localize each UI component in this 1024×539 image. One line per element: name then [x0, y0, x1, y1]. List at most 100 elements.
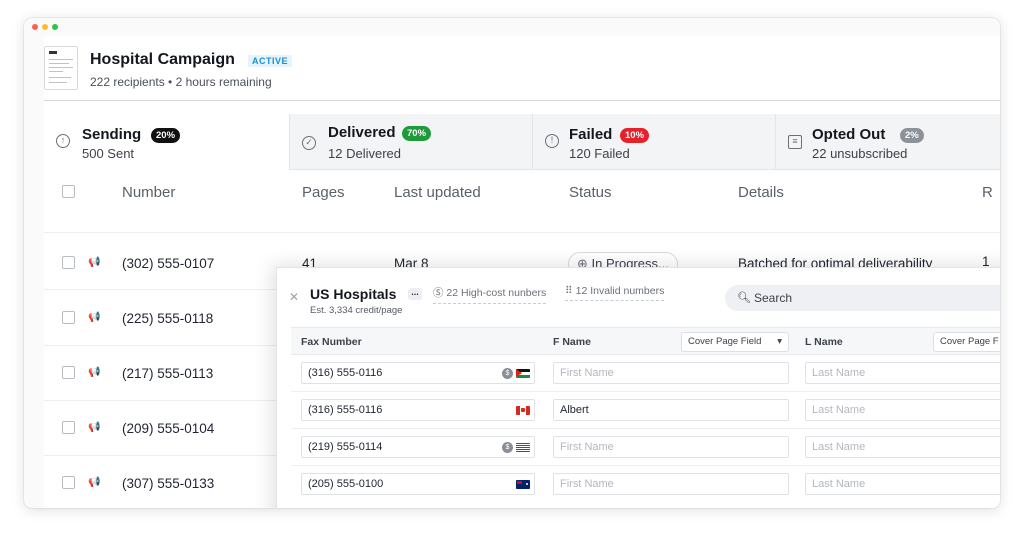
column-number[interactable]: Number — [122, 184, 175, 201]
search-input[interactable]: 🔍︎ Search — [725, 285, 1000, 311]
column-r[interactable]: R — [982, 184, 993, 201]
row-checkbox[interactable] — [62, 476, 75, 489]
row-checkbox[interactable] — [62, 256, 75, 269]
maximize-window-button[interactable] — [52, 24, 58, 30]
row-number: (225) 555-0118 — [122, 311, 214, 326]
check-circle-icon: ✓ — [302, 136, 316, 150]
list-title: US Hospitals — [310, 286, 397, 302]
flag-icon — [516, 369, 530, 378]
close-icon[interactable]: ✕ — [289, 290, 299, 304]
select-all-checkbox[interactable] — [62, 185, 75, 198]
header-divider — [44, 100, 1000, 101]
megaphone-icon: 📢 — [88, 477, 101, 488]
arrow-up-circle-icon: ↑ — [56, 134, 70, 148]
high-cost-filter[interactable]: Ⓢ 22 High-cost nunbers — [433, 285, 547, 304]
dollar-icon: Ⓢ — [433, 287, 447, 299]
megaphone-icon: 📢 — [88, 422, 101, 433]
last-name-input[interactable]: Last Name — [805, 399, 1000, 421]
fax-number-field[interactable]: (316) 555-0116 — [301, 399, 535, 421]
high-cost-label: 22 High-cost nunbers — [446, 287, 547, 299]
flag-icon — [516, 480, 530, 489]
fax-value: (316) 555-0116 — [308, 367, 383, 379]
tab-opted-out[interactable]: ≡ Opted Out 2% 22 unsubscribed — [776, 114, 1000, 170]
chevron-down-icon: ▾ — [777, 336, 782, 347]
app-window: Hospital Campaign ACTIVE 222 recipients … — [24, 18, 1000, 508]
opt-out-icon: ≡ — [788, 135, 802, 149]
tab-percent-badge: 70% — [402, 126, 432, 141]
tab-label: Delivered — [328, 124, 396, 141]
tab-percent-badge: 10% — [620, 128, 650, 143]
row-checkbox[interactable] — [62, 311, 75, 324]
credit-estimate: Est. 3,334 credit/page — [310, 305, 403, 316]
fax-value: (219) 555-0114 — [308, 441, 383, 453]
column-pages[interactable]: Pages — [302, 184, 345, 201]
column-first-name[interactable]: F Name — [553, 336, 591, 348]
row-number: (217) 555-0113 — [122, 366, 214, 381]
search-icon: 🔍︎ — [737, 292, 751, 304]
row-number: (307) 555-0133 — [122, 476, 215, 491]
tab-label: Failed — [569, 126, 613, 143]
tab-percent-badge: 20% — [151, 128, 181, 143]
last-name-input[interactable]: Last Name — [805, 473, 1000, 495]
column-last-updated[interactable]: Last updated — [394, 184, 481, 201]
alert-circle-icon: ! — [545, 134, 559, 148]
fax-number-field[interactable]: (205) 555-0100 — [301, 473, 535, 495]
flag-icon — [516, 406, 530, 415]
tab-delivered[interactable]: ✓ Delivered 70% 12 Delivered — [290, 114, 533, 170]
cover-field-dropdown[interactable]: Cover Page Field ▾ — [681, 332, 789, 352]
first-name-input[interactable]: Albert — [553, 399, 789, 421]
campaign-title: Hospital Campaign — [90, 51, 235, 68]
tab-failed[interactable]: ! Failed 10% 120 Failed — [533, 114, 776, 170]
tab-sending[interactable]: ↑ Sending 20% 500 Sent — [44, 114, 290, 170]
fax-value: (316) 555-0116 — [308, 404, 383, 416]
invalid-label: 12 Invalid numbers — [575, 285, 665, 297]
row-checkbox[interactable] — [62, 421, 75, 434]
flag-icon — [516, 443, 530, 452]
status-tabs: ↑ Sending 20% 500 Sent ✓ Delivered 70% 1… — [44, 114, 1000, 170]
row-number: (302) 555-0107 — [122, 256, 215, 271]
cover-field-dropdown-2[interactable]: Cover Page F — [933, 332, 1000, 352]
document-thumbnail[interactable] — [44, 46, 78, 90]
first-name-input[interactable]: First Name — [553, 436, 789, 458]
list-item: (205) 555-0100 First Name Last Name — [291, 466, 1000, 503]
row-checkbox[interactable] — [62, 366, 75, 379]
minimize-window-button[interactable] — [42, 24, 48, 30]
fax-number-field[interactable]: (219) 555-0114 $ — [301, 436, 535, 458]
first-name-input[interactable]: First Name — [553, 473, 789, 495]
list-item: (316) 555-0116 $ First Name Last Name — [291, 355, 1000, 392]
status-badge: ACTIVE — [248, 55, 293, 67]
first-name-input[interactable]: First Name — [553, 362, 789, 384]
more-options-icon[interactable]: ... — [408, 288, 422, 300]
table-header: Number Pages Last updated Status Details… — [44, 179, 1000, 217]
dropdown-label: Cover Page Field — [688, 336, 762, 347]
megaphone-icon: 📢 — [88, 257, 101, 268]
recipient-list-panel: ✕ US Hospitals ... Est. 3,334 credit/pag… — [276, 267, 1000, 508]
last-name-input[interactable]: Last Name — [805, 436, 1000, 458]
tab-subtext: 500 Sent — [82, 146, 135, 161]
tab-label: Opted Out — [812, 126, 886, 143]
last-name-input[interactable]: Last Name — [805, 362, 1000, 384]
invalid-filter[interactable]: ⠿ 12 Invalid numbers — [565, 285, 665, 301]
campaign-subtitle: 222 recipients • 2 hours remaining — [90, 75, 272, 89]
tab-percent-badge: 2% — [900, 128, 924, 143]
column-fax-number[interactable]: Fax Number — [301, 336, 362, 348]
column-status[interactable]: Status — [569, 184, 612, 201]
fax-number-field[interactable]: (316) 555-0116 $ — [301, 362, 535, 384]
column-last-name[interactable]: L Name — [805, 336, 843, 348]
list-item: (219) 555-0114 $ First Name Last Name — [291, 429, 1000, 466]
cost-coin-icon: $ — [502, 368, 513, 379]
column-details[interactable]: Details — [738, 184, 784, 201]
grid-icon: ⠿ — [565, 285, 576, 297]
campaign-view: Hospital Campaign ACTIVE 222 recipients … — [44, 36, 1000, 508]
tab-subtext: 22 unsubscribed — [812, 146, 908, 161]
tab-label: Sending — [82, 126, 142, 143]
tab-subtext: 120 Failed — [569, 146, 630, 161]
cost-coin-icon: $ — [502, 442, 513, 453]
window-controls — [32, 24, 58, 30]
list-item: (316) 555-0116 Albert Last Name — [291, 392, 1000, 429]
close-window-button[interactable] — [32, 24, 38, 30]
row-number: (209) 555-0104 — [122, 421, 215, 436]
dropdown-label: Cover Page F — [940, 336, 999, 347]
megaphone-icon: 📢 — [88, 367, 101, 378]
tab-subtext: 12 Delivered — [328, 146, 401, 161]
